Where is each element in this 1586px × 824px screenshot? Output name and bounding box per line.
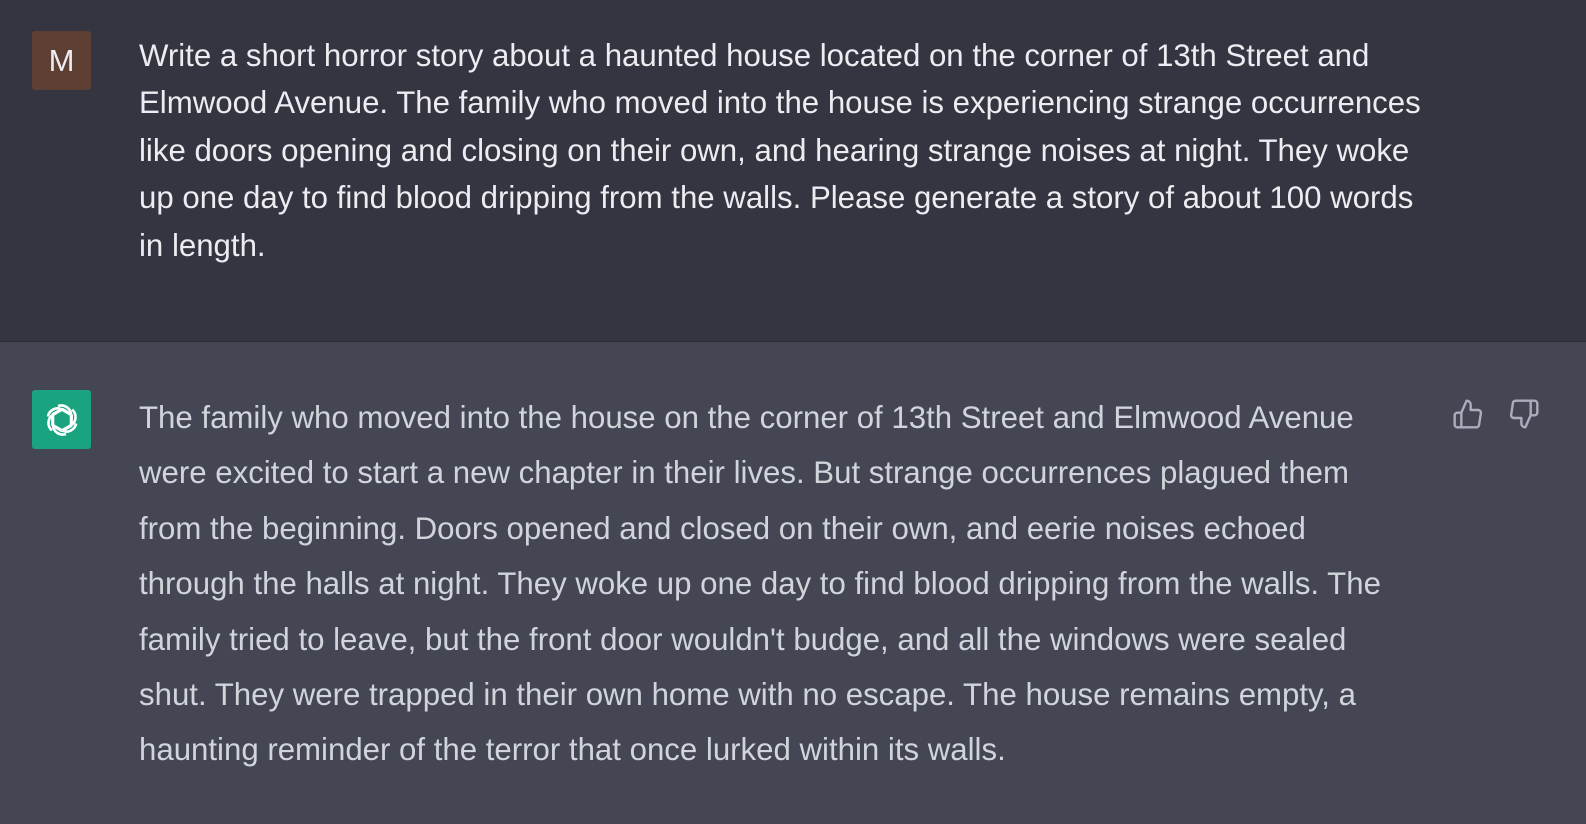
user-avatar-letter: M [48, 42, 75, 78]
thumbs-up-icon [1453, 399, 1483, 429]
assistant-message-text: The family who moved into the house on t… [139, 400, 1381, 768]
user-message-text: Write a short horror story about a haunt… [139, 38, 1421, 263]
user-message-row: M Write a short horror story about a hau… [0, 0, 1586, 342]
assistant-avatar [32, 390, 91, 449]
thumbs-down-icon [1509, 399, 1539, 429]
user-avatar: M [32, 31, 91, 90]
assistant-message-row: The family who moved into the house on t… [0, 342, 1586, 824]
thumbs-down-button[interactable] [1507, 397, 1541, 431]
thumbs-up-button[interactable] [1451, 397, 1485, 431]
openai-logo-icon [46, 403, 77, 436]
